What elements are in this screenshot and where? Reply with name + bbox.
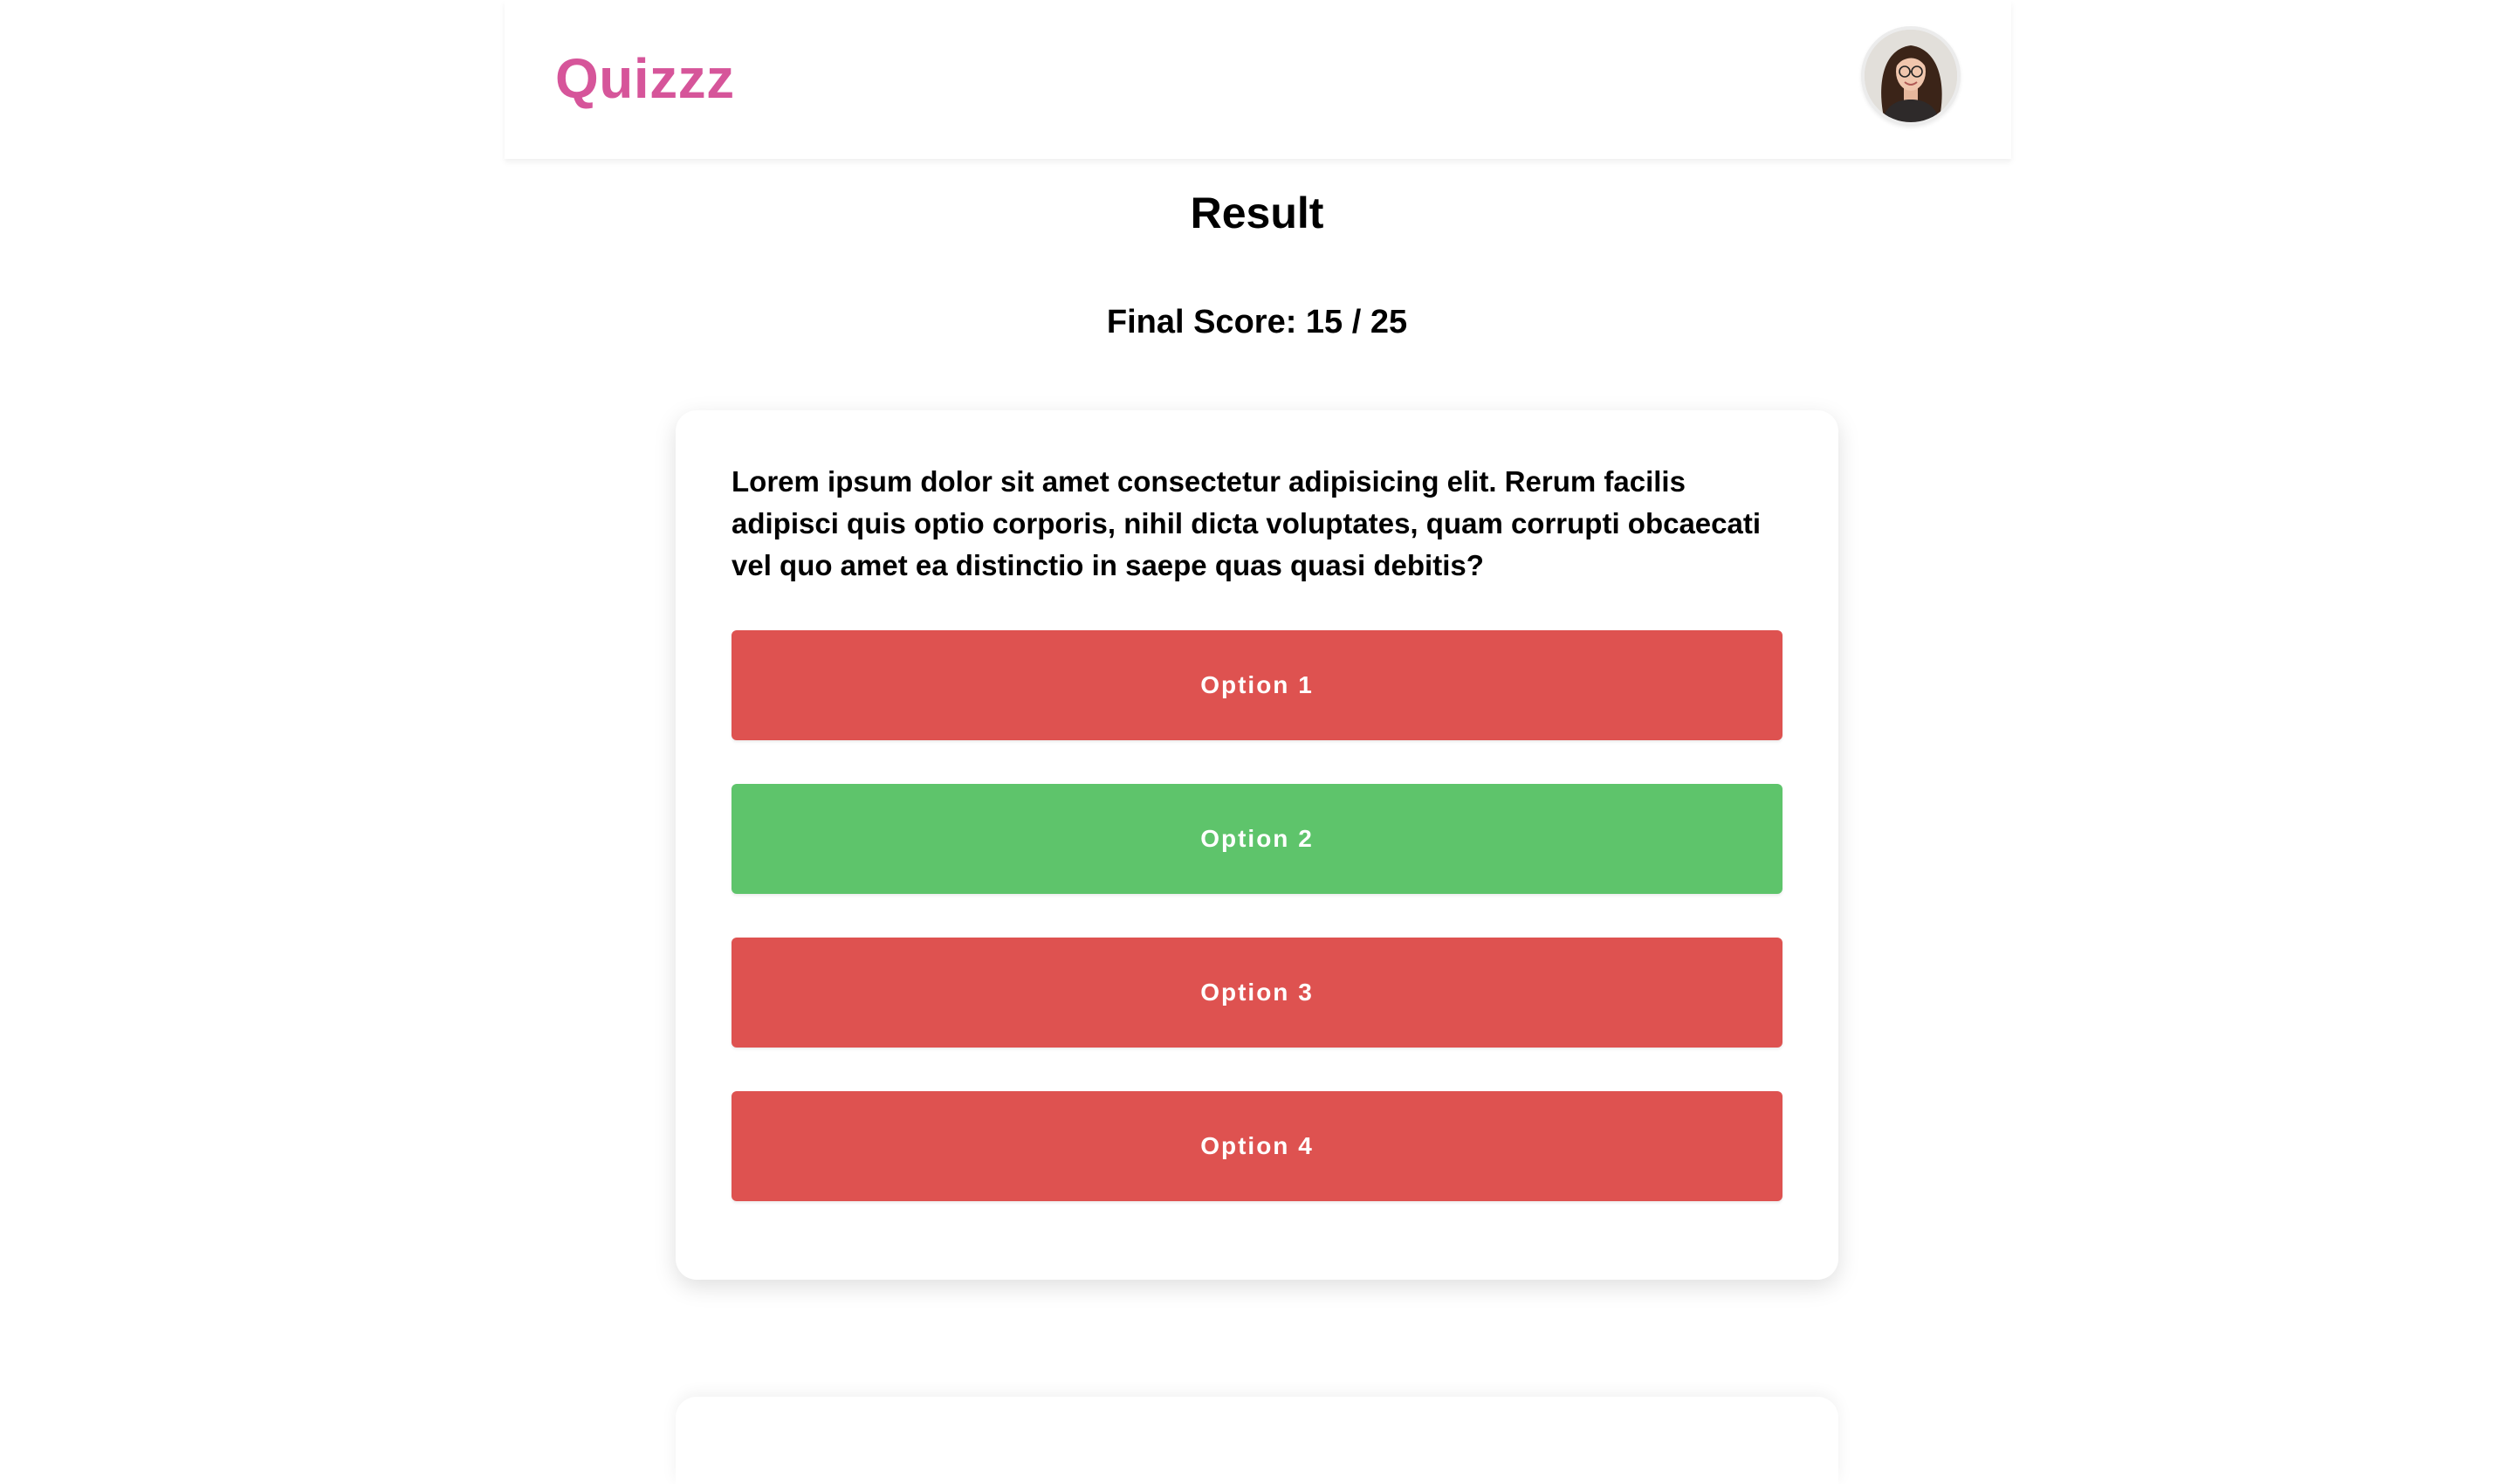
final-score: Final Score: 15 / 25 xyxy=(1106,304,1408,340)
brand-logo-text[interactable]: Quizzz xyxy=(555,44,735,113)
option-label: Option 2 xyxy=(1200,825,1314,852)
option-label: Option 4 xyxy=(1200,1132,1314,1159)
user-avatar[interactable] xyxy=(1861,26,1961,126)
option-2-button[interactable]: Option 2 xyxy=(732,784,1782,894)
option-3-button[interactable]: Option 3 xyxy=(732,938,1782,1048)
page-title: Result xyxy=(1190,189,1324,237)
avatar-photo xyxy=(1865,30,1957,122)
option-label: Option 3 xyxy=(1200,979,1314,1006)
question-card: Lorem ipsum dolor sit amet consectetur a… xyxy=(676,410,1838,1280)
option-1-button[interactable]: Option 1 xyxy=(732,630,1782,740)
next-question-card xyxy=(676,1397,1838,1484)
top-navbar: Quizzz xyxy=(505,0,2011,159)
option-4-button[interactable]: Option 4 xyxy=(732,1091,1782,1201)
option-label: Option 1 xyxy=(1200,671,1314,698)
question-text: Lorem ipsum dolor sit amet consectetur a… xyxy=(732,465,1762,581)
